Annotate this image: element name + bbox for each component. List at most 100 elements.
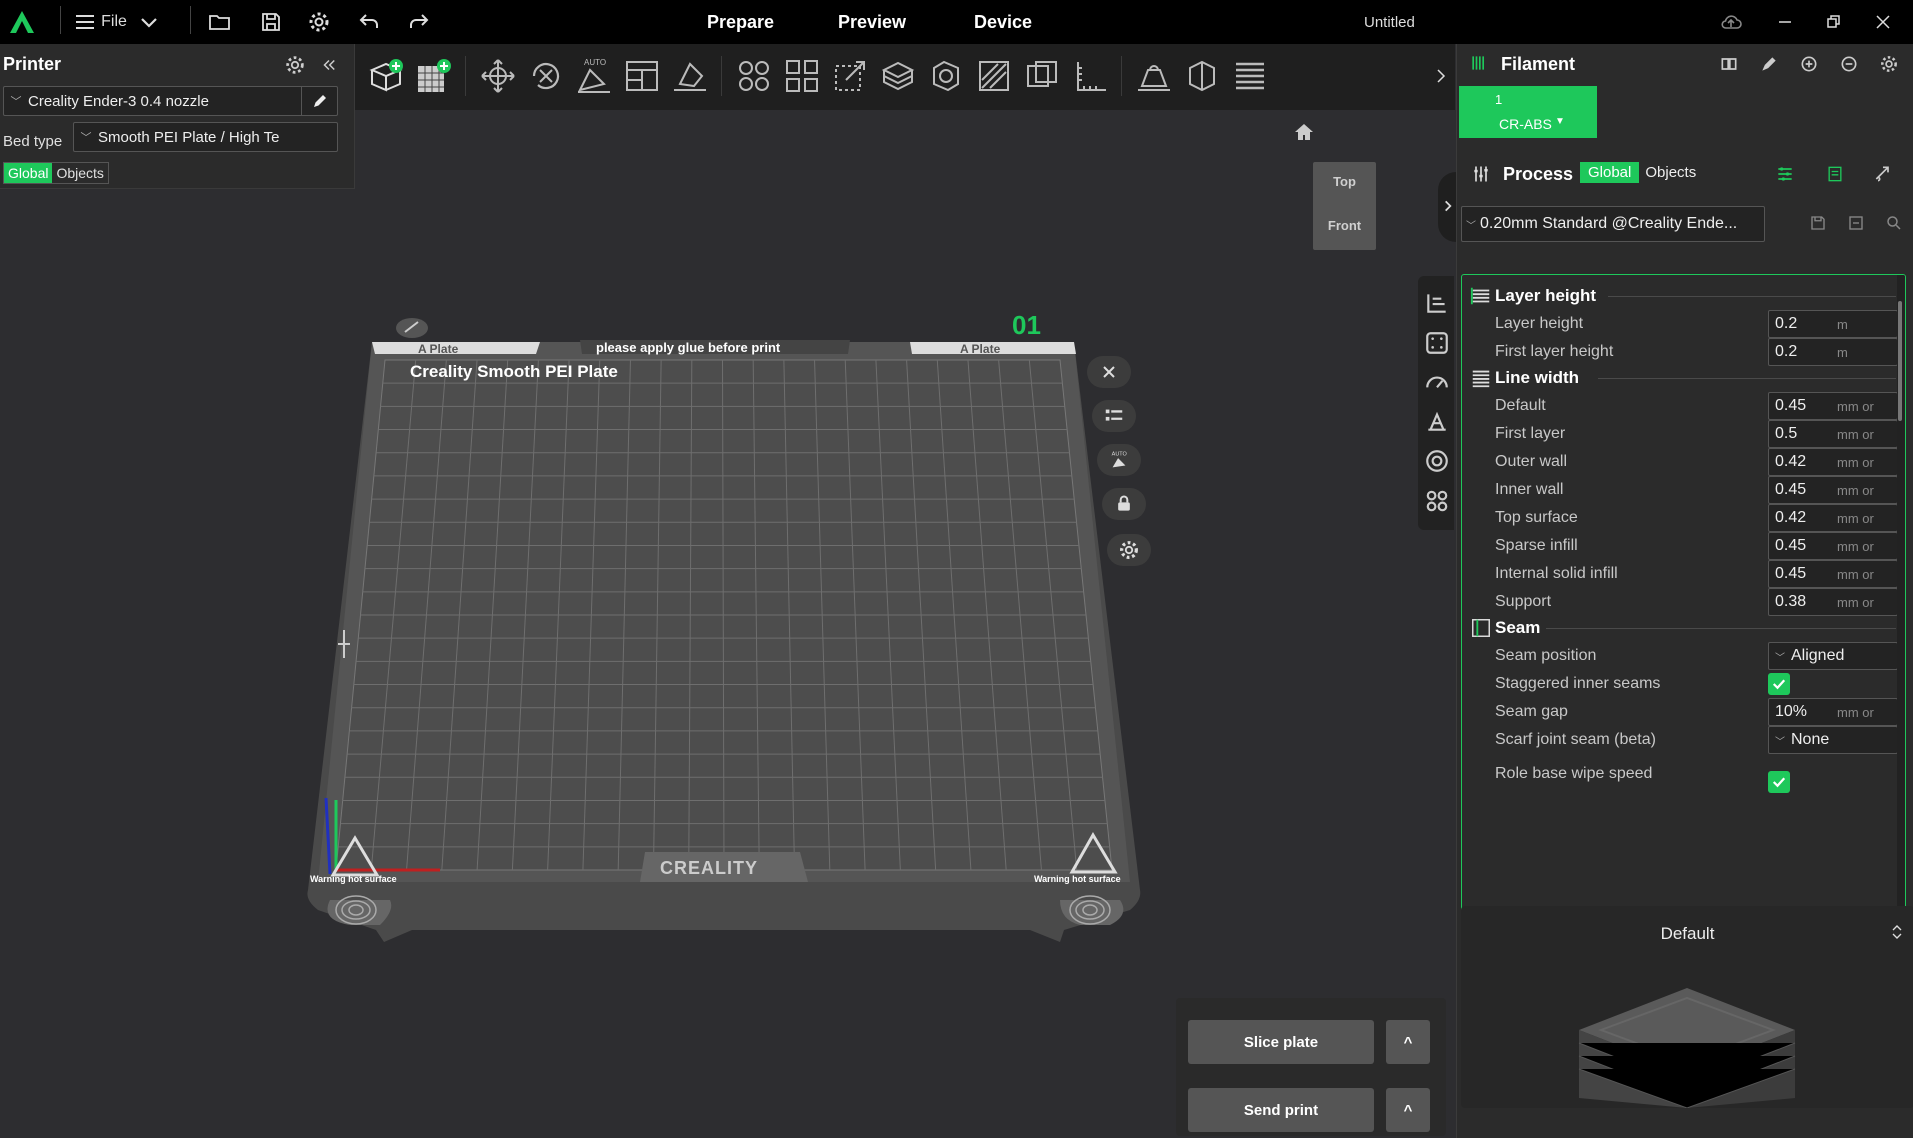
lock-plate-button[interactable] (1102, 488, 1146, 520)
line-width-default-input[interactable]: 0.45 mm or (1768, 392, 1898, 420)
maximize-button[interactable] (1818, 0, 1848, 44)
sync-filament-icon[interactable] (1719, 54, 1739, 74)
cloud-upload-button[interactable] (1716, 0, 1746, 44)
assembly-view-button[interactable] (1179, 53, 1225, 99)
undo-icon (359, 14, 378, 28)
scale-tool-button[interactable] (827, 53, 873, 99)
setting-value: 0.38 (1775, 593, 1807, 610)
add-filament-icon[interactable] (1799, 54, 1819, 74)
role-base-wipe-speed-checkbox[interactable] (1768, 771, 1790, 793)
split-parts-icon (786, 60, 818, 92)
toolbar-expand-button[interactable] (1431, 53, 1451, 99)
support-paint-button[interactable] (971, 53, 1017, 99)
assembly-icon (1189, 60, 1215, 92)
delete-plate-button[interactable] (1087, 356, 1131, 388)
save-preset-icon[interactable] (1809, 214, 1827, 232)
auto-orient-button[interactable]: AUTO (571, 53, 617, 99)
line-width-outer-wall-input[interactable]: 0.42 mm or (1768, 448, 1898, 476)
arrange-button[interactable] (619, 53, 665, 99)
line-width-inner-wall-input[interactable]: 0.45 mm or (1768, 476, 1898, 504)
mesh-boolean-button[interactable] (923, 53, 969, 99)
file-menu-button[interactable]: File (70, 0, 130, 44)
collapse-panel-icon[interactable] (320, 56, 338, 74)
search-icon[interactable] (1885, 214, 1903, 232)
rotate-tool-button[interactable] (523, 53, 569, 99)
staggered-inner-seams-checkbox[interactable] (1768, 673, 1790, 695)
process-toggle-objects[interactable]: Objects (1639, 162, 1702, 183)
rotate-icon (532, 63, 560, 90)
open-button[interactable] (205, 0, 235, 44)
plate-objects-button[interactable] (1092, 400, 1136, 432)
split-parts-button[interactable] (779, 53, 825, 99)
line-width-sparse-infill-input[interactable]: 0.45 mm or (1768, 532, 1898, 560)
text-emboss-button[interactable] (1131, 53, 1177, 99)
redo-button[interactable] (404, 0, 434, 44)
split-objects-button[interactable] (731, 53, 777, 99)
move-tool-button[interactable] (475, 53, 521, 99)
tab-preview[interactable]: Preview (838, 0, 906, 44)
setting-label: Sparse infill (1495, 537, 1578, 554)
add-object-button[interactable] (363, 53, 409, 99)
3d-viewport[interactable]: Top Front A Plate A Plate please apply g… (0, 110, 1456, 1138)
printer-settings-icon[interactable] (284, 54, 306, 76)
send-options-button[interactable]: ^ (1386, 1088, 1430, 1132)
minimize-button[interactable] (1770, 0, 1800, 44)
undo-button[interactable] (354, 0, 384, 44)
seam-position-select[interactable]: ﹀ Aligned (1768, 642, 1898, 670)
checkmark-icon (1772, 679, 1786, 690)
line-width-internal-solid-infill-input[interactable]: 0.45 mm or (1768, 560, 1898, 588)
compare-icon[interactable] (1873, 164, 1893, 184)
setting-value: 0.5 (1775, 425, 1798, 442)
delete-preset-icon[interactable] (1847, 214, 1865, 232)
plate-auto-orient-button[interactable]: AUTO (1097, 444, 1141, 476)
tab-device[interactable]: Device (974, 0, 1032, 44)
filament-settings-icon[interactable] (1879, 54, 1899, 74)
scarf-joint-seam-select[interactable]: ﹀ None (1768, 726, 1898, 754)
plate-thumbnail (1578, 988, 1796, 1108)
edit-filament-icon[interactable] (1759, 54, 1779, 74)
advanced-list-icon[interactable] (1775, 164, 1795, 184)
notes-icon[interactable] (1825, 164, 1845, 184)
settings-button[interactable] (304, 0, 334, 44)
seam-gap-input[interactable]: 10% mm or (1768, 698, 1898, 726)
setting-unit: mm or (1837, 538, 1874, 554)
process-toggle-global[interactable]: Global (1580, 162, 1640, 183)
measure-button[interactable] (1067, 53, 1113, 99)
filament-icon (1472, 56, 1484, 70)
setting-unit: m (1837, 316, 1848, 332)
save-button[interactable] (256, 0, 286, 44)
seam-paint-button[interactable] (1019, 53, 1065, 99)
svg-text:AUTO: AUTO (584, 58, 606, 67)
lock-icon (1118, 495, 1130, 511)
send-print-button[interactable]: Send print (1188, 1088, 1374, 1132)
tab-prepare[interactable]: Prepare (707, 0, 774, 44)
plate-label-left: A Plate (418, 342, 459, 356)
line-width-first-layer-input[interactable]: 0.5 mm or (1768, 420, 1898, 448)
object-toolbar: AUTO (355, 44, 1455, 110)
remove-filament-icon[interactable] (1839, 54, 1859, 74)
setting-label: Seam gap (1495, 703, 1568, 720)
line-width-top-surface-input[interactable]: 0.42 mm or (1768, 504, 1898, 532)
slice-plate-button[interactable]: Slice plate (1188, 1020, 1374, 1064)
cut-tool-button[interactable] (875, 53, 921, 99)
close-window-button[interactable] (1868, 0, 1898, 44)
layers-button[interactable] (1227, 53, 1273, 99)
setting-unit: mm or (1837, 454, 1874, 470)
slice-actions: Slice plate ^ Send print ^ (1176, 998, 1446, 1136)
filament-slot-1[interactable]: 1 CR-ABS ▼ (1459, 86, 1597, 138)
add-plate-button[interactable] (411, 53, 457, 99)
layer-height-icon (1470, 287, 1490, 305)
plate-settings-button[interactable] (1107, 534, 1151, 566)
document-title: Untitled (1364, 13, 1415, 31)
preview-expand-icon[interactable] (1889, 924, 1905, 940)
settings-scroll-thumb[interactable] (1898, 301, 1902, 421)
slice-options-button[interactable]: ^ (1386, 1020, 1430, 1064)
process-preset-select[interactable]: ﹀ 0.20mm Standard @Creality Ende... (1461, 206, 1765, 242)
file-dropdown-button[interactable] (134, 0, 164, 44)
lay-on-face-button[interactable] (667, 53, 713, 99)
build-plate[interactable] (0, 110, 1456, 1138)
pencil-icon (313, 95, 326, 107)
layer-height-input[interactable]: 0.2 m (1768, 310, 1898, 338)
setting-label: Seam position (1495, 647, 1597, 664)
setting-value: Aligned (1791, 647, 1845, 664)
